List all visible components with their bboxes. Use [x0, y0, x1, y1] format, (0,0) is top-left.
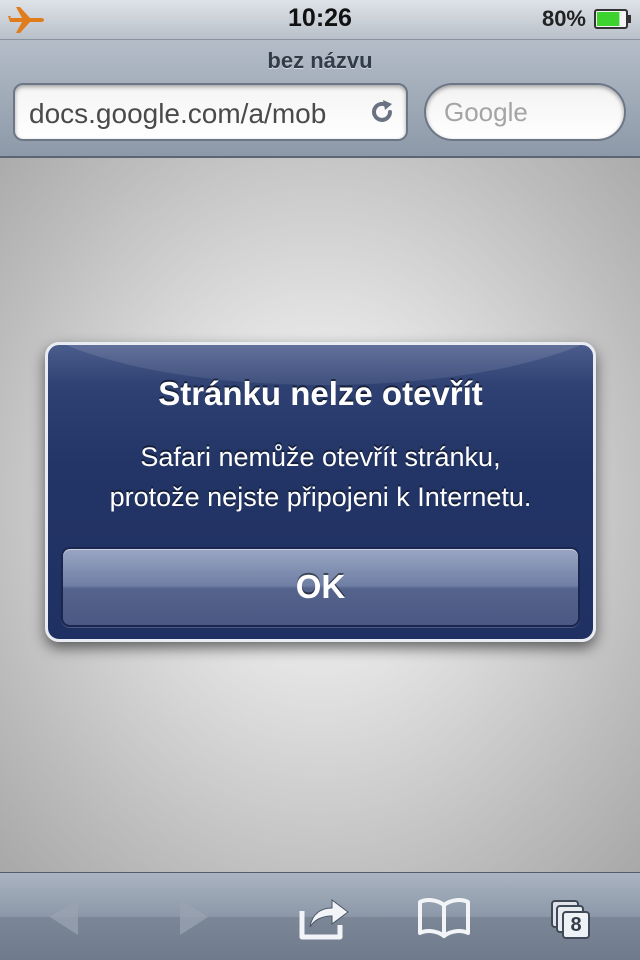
bookmarks-book-icon[interactable] — [416, 891, 472, 943]
battery-icon — [594, 9, 631, 29]
battery-percentage: 80% — [541, 6, 586, 31]
browser-header: bez názvu docs.google.com/a/mob — [0, 40, 640, 158]
reload-icon[interactable] — [368, 98, 396, 126]
ok-button[interactable]: OK — [61, 547, 580, 627]
url-text: docs.google.com/a/mob — [29, 98, 327, 129]
forward-arrow-icon[interactable] — [164, 891, 220, 943]
tabs-button[interactable]: 8 — [540, 891, 596, 943]
bottom-toolbar: 8 — [0, 872, 640, 960]
tabs-count-badge: 8 — [562, 911, 590, 939]
url-field[interactable]: docs.google.com/a/mob — [13, 83, 408, 141]
share-icon[interactable] — [296, 891, 352, 943]
page-title: bez názvu — [267, 48, 373, 73]
alert-dialog: Stránku nelze otevřít Safari nemůže otev… — [45, 342, 596, 642]
status-bar: 10:26 80% — [0, 0, 640, 40]
search-input[interactable] — [424, 83, 626, 141]
alert-message: Safari nemůže otevřít stránku, protože n… — [58, 437, 583, 517]
alert-message-line-1: Safari nemůže otevřít stránku, — [140, 442, 501, 472]
back-arrow-icon[interactable] — [38, 891, 94, 943]
alert-title: Stránku nelze otevřít — [158, 375, 483, 412]
alert-message-line-2: protože nejste připojeni k Internetu. — [109, 482, 532, 512]
